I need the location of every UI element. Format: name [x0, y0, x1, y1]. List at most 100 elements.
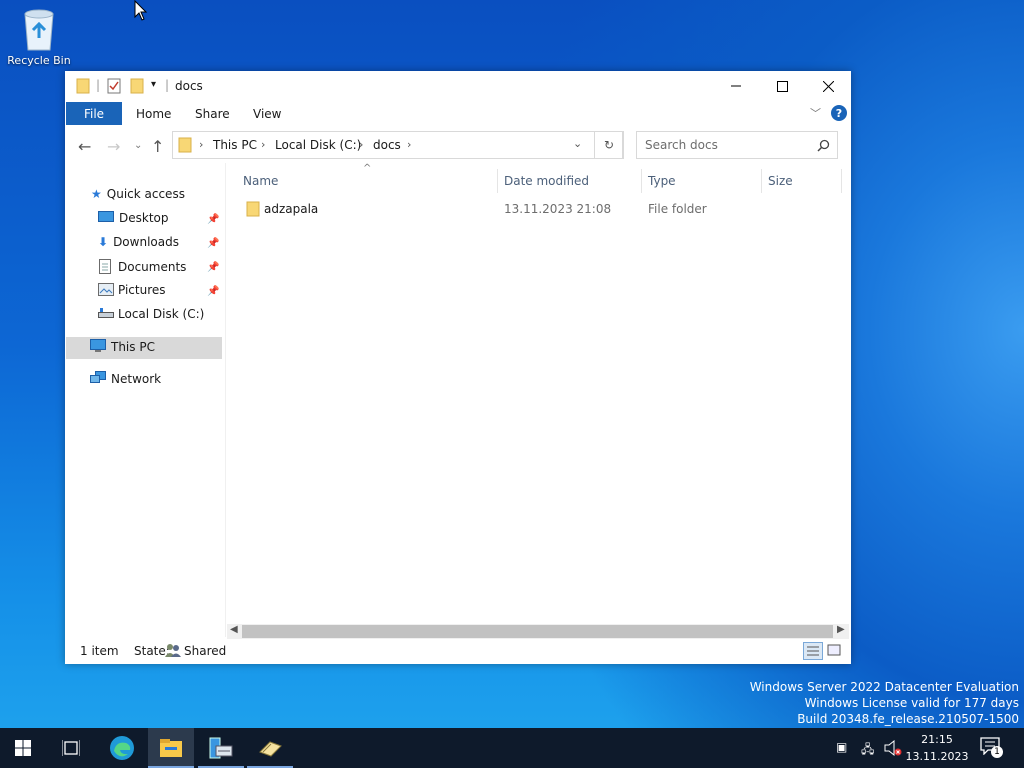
pin-icon[interactable]: 📌	[207, 214, 219, 225]
up-arrow-icon[interactable]: ↑	[151, 137, 164, 156]
nav-item-this-pc[interactable]: This PC	[89, 339, 155, 354]
nav-item-local-disk[interactable]: Local Disk (C:)	[98, 307, 204, 321]
watermark-build: Build 20348.fe_release.210507-1500	[797, 712, 1019, 726]
sort-ascending-icon: ^	[363, 163, 372, 174]
navigation-pane: ★ Quick access Desktop 📌 ⬇ Downloads 📌 Doc…	[65, 163, 225, 637]
toolbar-divider: |	[165, 78, 170, 92]
windows-watermark: Windows Server 2022 Datacenter Evaluatio…	[750, 679, 1019, 727]
clock-time: 21:15	[921, 733, 953, 746]
horizontal-scrollbar[interactable]: ◀ ▶	[227, 624, 849, 639]
tab-home[interactable]: Home	[136, 107, 171, 121]
minimize-icon	[731, 85, 741, 87]
nav-label: Quick access	[106, 187, 185, 201]
pane-divider[interactable]	[225, 163, 226, 637]
back-arrow-icon[interactable]: ←	[78, 137, 91, 156]
task-view-icon	[62, 740, 80, 756]
column-header-date[interactable]: Date modified	[504, 174, 589, 188]
ribbon-tabs: File Home Share View ﹀ ?	[65, 101, 851, 125]
tray-device-icon[interactable]: ▣	[836, 740, 847, 754]
file-explorer-window: | ▾ | docs File Home Share View ﹀ ? ← → …	[65, 71, 851, 664]
customize-quick-access-icon[interactable]: ▾	[151, 79, 156, 90]
recent-locations-icon[interactable]: ⌄	[134, 140, 142, 151]
large-icons-view-icon	[827, 644, 841, 656]
breadcrumb-local-disk[interactable]: Local Disk (C:)	[275, 138, 361, 152]
computer-icon	[90, 339, 106, 352]
tab-share[interactable]: Share	[195, 107, 230, 121]
column-separator[interactable]	[641, 169, 642, 193]
download-arrow-icon: ⬇	[98, 235, 109, 249]
column-header-type[interactable]: Type	[648, 174, 676, 188]
watermark-edition: Windows Server 2022 Datacenter Evaluatio…	[749, 680, 1019, 694]
refresh-button[interactable]: ↻	[594, 131, 624, 159]
edge-button[interactable]	[99, 728, 145, 768]
pin-icon[interactable]: 📌	[207, 286, 219, 297]
nav-item-downloads[interactable]: ⬇ Downloads	[98, 235, 179, 249]
nav-item-desktop[interactable]: Desktop	[98, 211, 169, 225]
forward-arrow-icon[interactable]: →	[107, 137, 120, 156]
column-separator[interactable]	[761, 169, 762, 193]
scrollbar-thumb[interactable]	[242, 625, 833, 638]
column-header-name[interactable]: Name	[243, 174, 278, 188]
large-icons-view-button[interactable]	[825, 642, 845, 660]
clock[interactable]: 21:15 13.11.2023	[905, 731, 969, 765]
column-header-size[interactable]: Size	[768, 174, 793, 188]
notepad-icon	[259, 741, 282, 757]
recycle-bin[interactable]: Recycle Bin	[4, 6, 74, 67]
refresh-icon: ↻	[603, 138, 615, 152]
file-explorer-taskbar-button[interactable]	[148, 728, 194, 768]
notification-badge: 1	[991, 746, 1003, 758]
properties-icon[interactable]	[107, 78, 121, 94]
tab-view[interactable]: View	[253, 107, 281, 121]
taskbar: ▣ 🖧 21:15 13.11.2023 1	[0, 728, 1024, 768]
nav-item-quick-access[interactable]: ★ Quick access	[91, 187, 185, 201]
folder-icon	[246, 201, 260, 217]
close-icon	[822, 80, 834, 92]
network-status-icon[interactable]: 🖧	[861, 740, 874, 761]
nav-label: Network	[111, 372, 162, 386]
title-bar[interactable]: | ▾ | docs	[65, 71, 851, 101]
task-view-button[interactable]	[48, 728, 94, 768]
breadcrumb-this-pc[interactable]: This PC	[213, 138, 257, 152]
details-view-button[interactable]	[803, 642, 823, 660]
scroll-right-icon[interactable]: ▶	[837, 624, 845, 635]
chevron-right-icon[interactable]: ›	[407, 138, 411, 151]
nav-item-documents[interactable]: Documents	[98, 259, 186, 274]
search-placeholder: Search docs	[645, 138, 718, 152]
minimize-button[interactable]	[713, 71, 759, 101]
column-separator[interactable]	[497, 169, 498, 193]
volume-muted-icon[interactable]	[884, 740, 902, 756]
address-dropdown-icon[interactable]: ⌄	[573, 137, 582, 150]
notepad-button[interactable]	[247, 728, 293, 768]
new-folder-icon[interactable]	[130, 78, 144, 94]
nav-label: Desktop	[119, 211, 169, 225]
column-separator[interactable]	[841, 169, 842, 193]
pin-icon[interactable]: 📌	[207, 238, 219, 249]
start-button[interactable]	[0, 728, 46, 768]
details-view-icon	[807, 646, 819, 656]
chevron-right-icon[interactable]: ›	[199, 138, 203, 151]
maximize-button[interactable]	[759, 71, 805, 101]
nav-item-network[interactable]: Network	[89, 371, 161, 386]
tab-file[interactable]: File	[66, 102, 122, 125]
nav-item-pictures[interactable]: Pictures	[98, 283, 166, 297]
expand-ribbon-icon[interactable]: ﹀	[810, 105, 821, 121]
search-box[interactable]: Search docs	[636, 131, 838, 159]
file-type: File folder	[648, 202, 707, 216]
close-button[interactable]	[805, 71, 851, 101]
document-icon	[99, 259, 111, 274]
address-bar[interactable]: › This PC › Local Disk (C:) › docs › ⌄	[172, 131, 623, 159]
scroll-left-icon[interactable]: ◀	[230, 624, 238, 635]
file-explorer-icon	[160, 739, 182, 757]
search-icon	[817, 139, 830, 152]
pin-icon[interactable]: 📌	[207, 262, 219, 273]
windows-logo-icon	[15, 740, 31, 756]
server-manager-button[interactable]	[198, 728, 244, 768]
state-value: Shared	[184, 644, 227, 658]
breadcrumb-docs[interactable]: docs	[373, 138, 401, 152]
action-center-button[interactable]: 1	[980, 737, 1004, 759]
chevron-right-icon[interactable]: ›	[261, 138, 265, 151]
help-icon[interactable]: ?	[831, 105, 847, 121]
chevron-right-icon[interactable]: ›	[359, 138, 363, 151]
shared-users-icon	[165, 644, 181, 657]
nav-label: This PC	[111, 340, 155, 354]
